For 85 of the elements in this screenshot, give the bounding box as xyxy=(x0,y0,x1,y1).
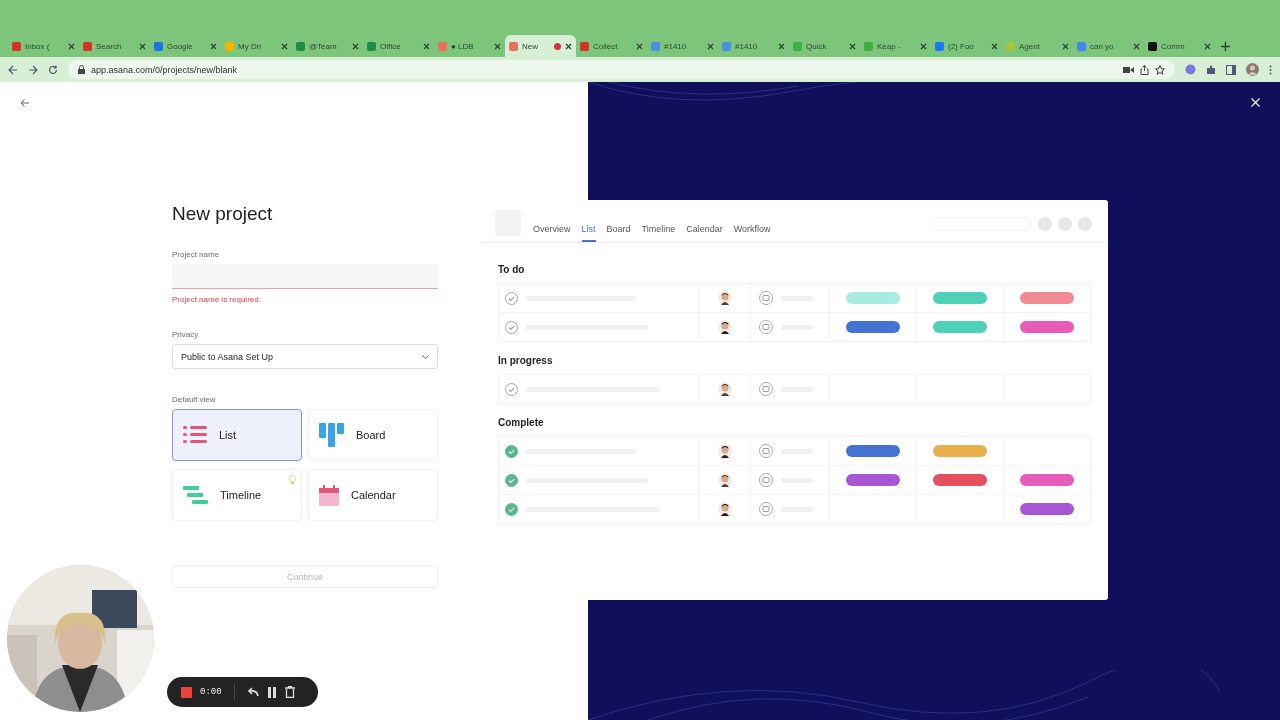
address-bar[interactable]: app.asana.com/0/projects/new/blank xyxy=(68,60,1175,79)
browser-tab[interactable]: Keap - xyxy=(860,35,931,57)
forward-icon[interactable] xyxy=(28,64,38,75)
view-option[interactable]: Timeline xyxy=(172,469,302,521)
field-label: Privacy xyxy=(172,330,200,339)
camera-icon[interactable] xyxy=(1123,65,1134,74)
recording-timer: 0:00 xyxy=(200,687,222,697)
calendar-icon[interactable] xyxy=(759,444,773,458)
field-label: Project name xyxy=(172,250,221,259)
back-icon[interactable] xyxy=(8,64,18,75)
share-icon[interactable] xyxy=(1140,64,1149,75)
lightbulb-icon xyxy=(289,475,296,484)
check-circle-icon[interactable] xyxy=(505,502,518,516)
browser-tab[interactable]: Quick xyxy=(789,35,860,57)
avatar-icon xyxy=(717,320,732,334)
error-message: Project name is required. xyxy=(172,295,262,304)
section-heading: Complete xyxy=(498,417,545,428)
calendar-icon[interactable] xyxy=(759,291,773,305)
browser-tab[interactable]: My Dri xyxy=(221,35,292,57)
browser-tab[interactable]: Agent xyxy=(1002,35,1073,57)
browser-tab[interactable]: #1410 xyxy=(647,35,718,57)
check-circle-icon[interactable] xyxy=(505,291,518,305)
page-title: New project xyxy=(172,203,274,225)
browser-tab[interactable]: (2) Foo xyxy=(931,35,1002,57)
avatar-icon xyxy=(717,444,732,458)
check-circle-icon[interactable] xyxy=(505,320,518,334)
board-icon xyxy=(319,423,344,447)
new-tab-icon[interactable] xyxy=(1221,41,1230,51)
undo-button[interactable] xyxy=(246,687,259,697)
check-circle-icon[interactable] xyxy=(505,473,518,487)
avatar-icon xyxy=(717,502,732,516)
browser-tab[interactable]: Office xyxy=(363,35,434,57)
list-icon xyxy=(183,426,207,444)
view-option[interactable]: Board xyxy=(308,409,438,461)
stop-icon[interactable] xyxy=(181,686,192,698)
browser-tab[interactable]: Google xyxy=(150,35,221,57)
browser-tab[interactable]: ● LDB xyxy=(434,35,505,57)
view-tab[interactable]: Overview xyxy=(533,224,571,242)
view-option[interactable]: List xyxy=(172,409,302,461)
avatar-placeholder xyxy=(1078,217,1092,231)
browser-tab[interactable]: Search xyxy=(79,35,150,57)
view-tab[interactable]: Timeline xyxy=(641,224,676,242)
timeline-icon xyxy=(183,486,208,504)
section-heading: To do xyxy=(498,264,526,275)
check-circle-icon[interactable] xyxy=(505,382,518,396)
field-label: Default view xyxy=(172,395,217,404)
view-option[interactable]: Calendar xyxy=(308,469,438,521)
reload-icon[interactable] xyxy=(48,64,58,75)
view-tab[interactable]: List xyxy=(581,224,596,242)
calendar-icon xyxy=(319,484,339,506)
browser-tab[interactable]: can yo xyxy=(1073,35,1144,57)
chevron-icon xyxy=(422,354,429,359)
view-tab[interactable]: Calendar xyxy=(686,224,723,242)
close-icon[interactable] xyxy=(565,42,572,50)
profile-avatar-icon[interactable] xyxy=(1246,63,1259,76)
back-arrow-icon[interactable] xyxy=(20,98,30,108)
browser-tab[interactable]: New xyxy=(505,35,576,57)
view-tab[interactable]: Board xyxy=(606,224,631,242)
puzzle-icon[interactable] xyxy=(1206,64,1216,75)
side-panel-icon[interactable] xyxy=(1226,64,1236,75)
browser-tab[interactable]: Inbox ( xyxy=(8,35,79,57)
more-icon[interactable] xyxy=(1269,64,1272,75)
avatar-placeholder xyxy=(1038,217,1052,231)
project-name-field[interactable] xyxy=(172,264,438,289)
calendar-icon[interactable] xyxy=(759,320,773,334)
browser-tab[interactable]: Collect xyxy=(576,35,647,57)
browser-tab[interactable]: #1410 xyxy=(718,35,789,57)
browser-tab[interactable]: @Team xyxy=(292,35,363,57)
extension-icon[interactable] xyxy=(1185,64,1196,75)
check-circle-icon[interactable] xyxy=(505,444,518,458)
browser-tab[interactable]: Comm xyxy=(1144,35,1215,57)
calendar-icon[interactable] xyxy=(759,382,773,396)
avatar-icon xyxy=(717,473,732,487)
section-heading: In progress xyxy=(498,355,554,366)
calendar-icon[interactable] xyxy=(759,473,773,487)
pause-button[interactable] xyxy=(266,686,277,698)
star-icon[interactable] xyxy=(1155,64,1165,75)
view-tab[interactable]: Workflow xyxy=(733,224,771,242)
lock-icon xyxy=(78,65,85,74)
avatar-icon xyxy=(717,291,732,305)
privacy-dropdown[interactable]: Public to Asana Set Up xyxy=(172,344,438,369)
calendar-icon[interactable] xyxy=(759,502,773,516)
delete-button[interactable] xyxy=(284,686,295,698)
avatar-icon xyxy=(717,382,732,396)
avatar-placeholder xyxy=(1058,217,1072,231)
